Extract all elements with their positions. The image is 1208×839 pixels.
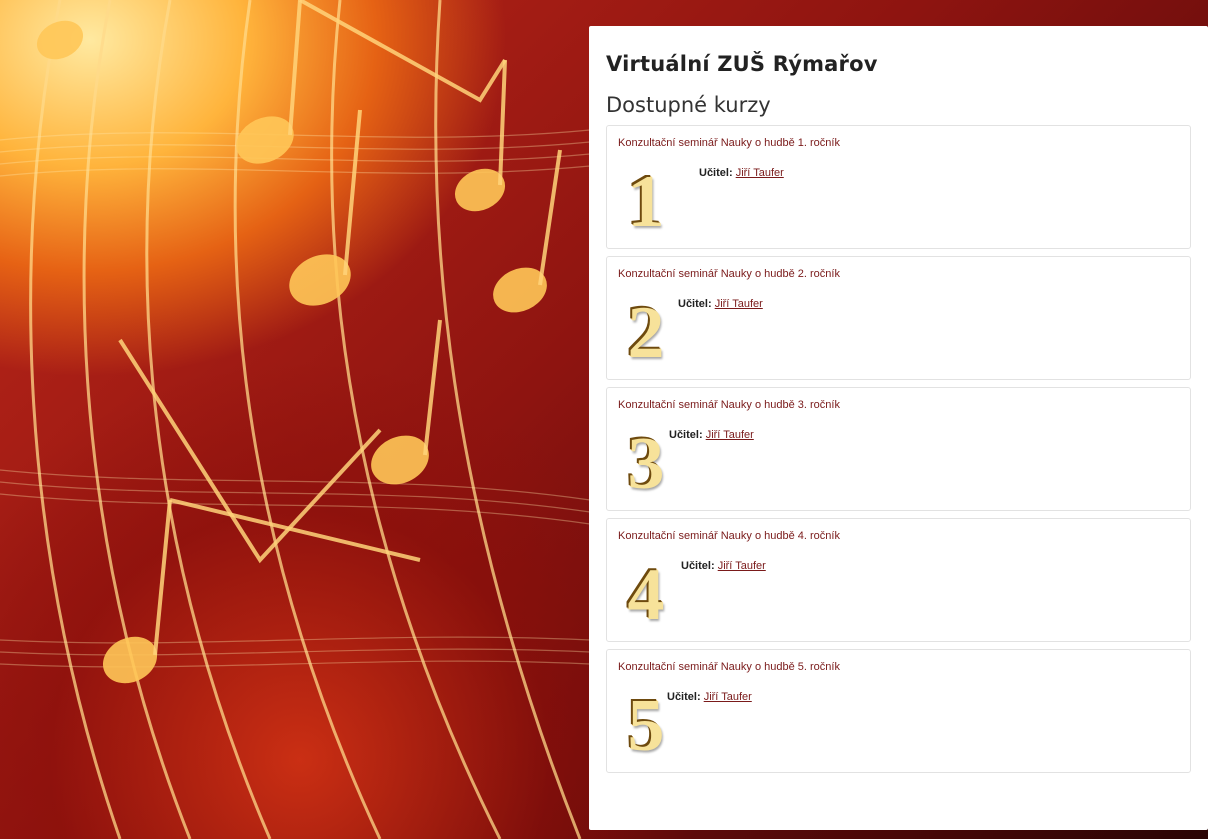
- teacher-link[interactable]: Jiří Taufer: [706, 429, 754, 441]
- teacher-label: Učitel:: [699, 167, 733, 179]
- course-link[interactable]: Konzultační seminář Nauky o hudbě 1. roč…: [618, 137, 840, 149]
- course-image[interactable]: 3: [619, 424, 671, 502]
- teacher-link[interactable]: Jiří Taufer: [704, 691, 752, 703]
- teacher-line: Učitel: Jiří Taufer: [678, 298, 763, 310]
- teacher-link[interactable]: Jiří Taufer: [736, 167, 784, 179]
- course-image[interactable]: 4: [619, 555, 671, 633]
- course-link[interactable]: Konzultační seminář Nauky o hudbě 4. roč…: [618, 530, 840, 542]
- course-image[interactable]: 1: [619, 162, 671, 240]
- gold-numeral-image: 3: [626, 422, 664, 504]
- section-title: Dostupné kurzy: [606, 93, 771, 117]
- gold-numeral-image: 5: [626, 684, 664, 766]
- teacher-line: Učitel: Jiří Taufer: [667, 691, 752, 703]
- teacher-label: Učitel:: [667, 691, 701, 703]
- teacher-link[interactable]: Jiří Taufer: [718, 560, 766, 572]
- course-card: Konzultační seminář Nauky o hudbě 5. roč…: [606, 649, 1191, 773]
- teacher-line: Učitel: Jiří Taufer: [681, 560, 766, 572]
- gold-numeral-image: 1: [626, 160, 664, 242]
- course-link[interactable]: Konzultační seminář Nauky o hudbě 5. roč…: [618, 661, 840, 673]
- course-link[interactable]: Konzultační seminář Nauky o hudbě 2. roč…: [618, 268, 840, 280]
- course-card: Konzultační seminář Nauky o hudbě 2. roč…: [606, 256, 1191, 380]
- teacher-link[interactable]: Jiří Taufer: [715, 298, 763, 310]
- course-card: Konzultační seminář Nauky o hudbě 1. roč…: [606, 125, 1191, 249]
- gold-numeral-image: 2: [626, 291, 664, 373]
- content-panel: Virtuální ZUŠ Rýmařov Dostupné kurzy Kon…: [589, 26, 1208, 830]
- teacher-line: Učitel: Jiří Taufer: [669, 429, 754, 441]
- course-image[interactable]: 2: [619, 293, 671, 371]
- teacher-line: Učitel: Jiří Taufer: [699, 167, 784, 179]
- gold-numeral-image: 4: [626, 553, 664, 635]
- course-image[interactable]: 5: [619, 686, 671, 764]
- teacher-label: Učitel:: [681, 560, 715, 572]
- course-card: Konzultační seminář Nauky o hudbě 4. roč…: [606, 518, 1191, 642]
- teacher-label: Učitel:: [678, 298, 712, 310]
- course-card: Konzultační seminář Nauky o hudbě 3. roč…: [606, 387, 1191, 511]
- teacher-label: Učitel:: [669, 429, 703, 441]
- course-link[interactable]: Konzultační seminář Nauky o hudbě 3. roč…: [618, 399, 840, 411]
- site-title: Virtuální ZUŠ Rýmařov: [606, 52, 878, 76]
